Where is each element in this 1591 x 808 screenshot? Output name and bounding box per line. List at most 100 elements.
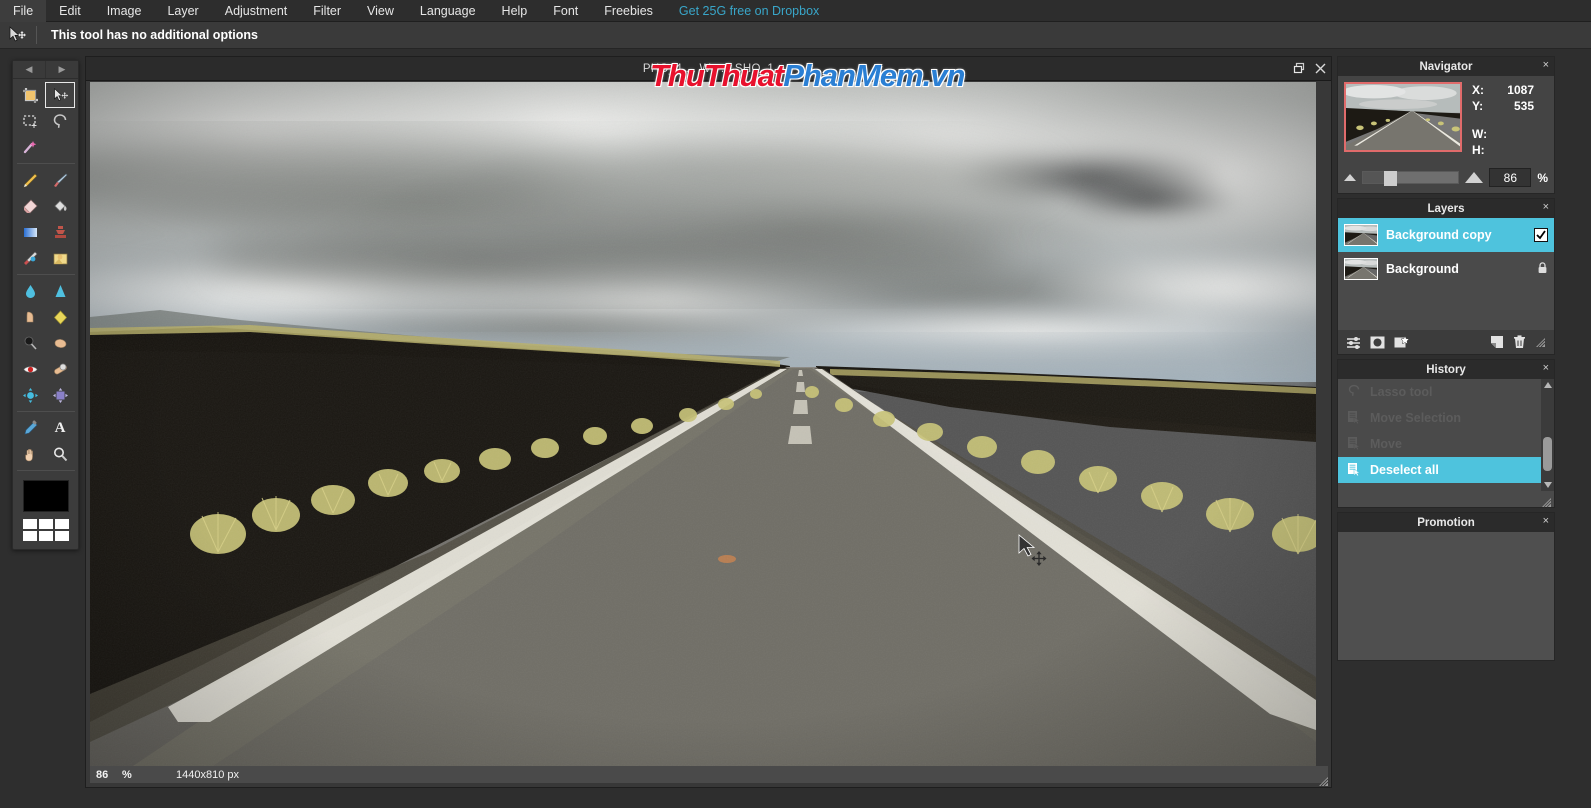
navigator-panel-header[interactable]: Navigator × [1338, 57, 1554, 76]
history-scroll-up-icon[interactable] [1541, 379, 1554, 391]
history-scrollbar[interactable] [1541, 379, 1554, 491]
history-close-icon[interactable]: × [1543, 362, 1549, 374]
menu-item-help[interactable]: Help [489, 0, 541, 22]
tool-hand[interactable] [15, 441, 45, 467]
toolbox-nav: ◀ ▶ [13, 61, 78, 79]
tool-marquee-select[interactable] [15, 108, 45, 134]
palette-swatch[interactable] [38, 531, 53, 541]
tool-options-text: This tool has no additional options [51, 28, 258, 42]
menu-item-file[interactable]: File [0, 0, 47, 22]
tool-blur[interactable] [15, 278, 45, 304]
layer-name: Background [1386, 262, 1459, 276]
palette-swatch[interactable] [38, 519, 53, 529]
restore-window-icon[interactable] [1293, 62, 1305, 76]
tool-type[interactable]: A [45, 415, 75, 441]
zoom-slider-knob[interactable] [1384, 171, 1397, 186]
tool-sponge[interactable] [45, 304, 75, 330]
tool-bloat[interactable] [15, 382, 45, 408]
tool-pencil[interactable] [15, 167, 45, 193]
layer-mask-button[interactable] [1370, 336, 1385, 349]
document-window-buttons [1293, 57, 1326, 81]
promotion-close-icon[interactable]: × [1543, 515, 1549, 527]
toolbox-divider-2 [16, 274, 75, 275]
document-resize-grip[interactable] [1318, 774, 1329, 787]
navigator-thumbnail[interactable] [1344, 82, 1462, 152]
duplicate-layer-button[interactable] [1490, 335, 1504, 349]
zoom-slider-track[interactable] [1362, 171, 1460, 186]
navigator-zoom-input[interactable]: 86 [1489, 168, 1532, 187]
palette-swatch[interactable] [22, 519, 37, 529]
history-list[interactable]: Lasso tool Move Selection Move Deselect … [1338, 379, 1554, 491]
palette-swatch[interactable] [22, 531, 37, 541]
menu-item-filter[interactable]: Filter [300, 0, 354, 22]
tool-magic-wand[interactable] [15, 134, 45, 160]
document-title-bar[interactable]: PHO_4 ... W_ ... SHO_1 [86, 57, 1331, 81]
history-panel-header[interactable]: History × [1338, 360, 1554, 379]
tool-brush[interactable] [45, 167, 75, 193]
layer-row-background-copy[interactable]: Background copy [1338, 218, 1554, 252]
promotion-panel-header[interactable]: Promotion × [1338, 513, 1554, 532]
layers-toolbar [1338, 330, 1554, 354]
tool-gradient[interactable] [15, 219, 45, 245]
toolbox-next-button[interactable]: ▶ [46, 61, 78, 78]
tool-eyedropper[interactable] [15, 415, 45, 441]
document-move-icon [1346, 410, 1362, 427]
tool-dodge[interactable] [15, 330, 45, 356]
layers-panel-header[interactable]: Layers × [1338, 199, 1554, 218]
zoom-out-icon[interactable] [1344, 174, 1356, 181]
status-zoom-unit: % [122, 768, 132, 781]
history-item-deselect-all[interactable]: Deselect all [1338, 457, 1554, 483]
history-resize-grip[interactable] [1541, 495, 1552, 508]
tool-move[interactable] [45, 82, 75, 108]
history-item-lasso-tool[interactable]: Lasso tool [1338, 379, 1554, 405]
tool-red-eye[interactable] [15, 356, 45, 382]
history-item-move-selection[interactable]: Move Selection [1338, 405, 1554, 431]
delete-layer-button[interactable] [1513, 335, 1526, 349]
zoom-in-icon[interactable] [1465, 172, 1484, 183]
menu-item-freebies[interactable]: Freebies [591, 0, 666, 22]
menu-item-adjustment[interactable]: Adjustment [212, 0, 301, 22]
palette-swatch[interactable] [54, 519, 69, 529]
close-window-icon[interactable] [1315, 63, 1326, 76]
menu-item-font[interactable]: Font [540, 0, 591, 22]
toolbox-divider-4 [16, 470, 75, 471]
layers-close-icon[interactable]: × [1543, 201, 1549, 213]
menu-item-view[interactable]: View [354, 0, 407, 22]
tool-bandage[interactable] [45, 356, 75, 382]
layer-visibility-checkbox[interactable] [1534, 228, 1548, 242]
history-item-label: Lasso tool [1370, 385, 1433, 399]
tool-paint-bucket[interactable] [45, 193, 75, 219]
menu-item-image[interactable]: Image [94, 0, 155, 22]
menu-item-dropbox-promo[interactable]: Get 25G free on Dropbox [666, 0, 832, 22]
menu-item-layer[interactable]: Layer [154, 0, 211, 22]
tool-burn[interactable] [45, 330, 75, 356]
status-zoom-value[interactable]: 86 [90, 769, 122, 781]
tool-lasso[interactable] [45, 108, 75, 134]
palette-swatch[interactable] [54, 531, 69, 541]
promotion-panel: Promotion × [1337, 512, 1555, 661]
tool-sharpen[interactable] [45, 278, 75, 304]
tool-replace-color[interactable] [45, 245, 75, 271]
tool-eraser[interactable] [15, 193, 45, 219]
tool-zoom[interactable] [45, 441, 75, 467]
image-canvas[interactable] [90, 82, 1316, 768]
navigator-close-icon[interactable]: × [1543, 59, 1549, 71]
layers-resize-grip[interactable] [1535, 337, 1546, 348]
tool-crop[interactable] [15, 82, 45, 108]
menu-item-edit[interactable]: Edit [46, 0, 94, 22]
history-scroll-down-icon[interactable] [1541, 479, 1554, 491]
tool-smudge[interactable] [15, 304, 45, 330]
tool-pinch[interactable] [45, 382, 75, 408]
menu-bar: File Edit Image Layer Adjustment Filter … [0, 0, 1591, 22]
layer-styles-button[interactable] [1394, 335, 1409, 349]
history-item-move[interactable]: Move [1338, 431, 1554, 457]
tool-clone-stamp[interactable] [45, 219, 75, 245]
history-scroll-thumb[interactable] [1543, 437, 1552, 471]
foreground-color-swatch[interactable] [22, 480, 69, 512]
layer-settings-button[interactable] [1346, 336, 1361, 349]
document-move-icon [1346, 436, 1362, 453]
toolbox-prev-button[interactable]: ◀ [13, 61, 46, 78]
layer-row-background[interactable]: Background [1338, 252, 1554, 286]
menu-item-language[interactable]: Language [407, 0, 489, 22]
tool-healing-brush[interactable] [15, 245, 45, 271]
